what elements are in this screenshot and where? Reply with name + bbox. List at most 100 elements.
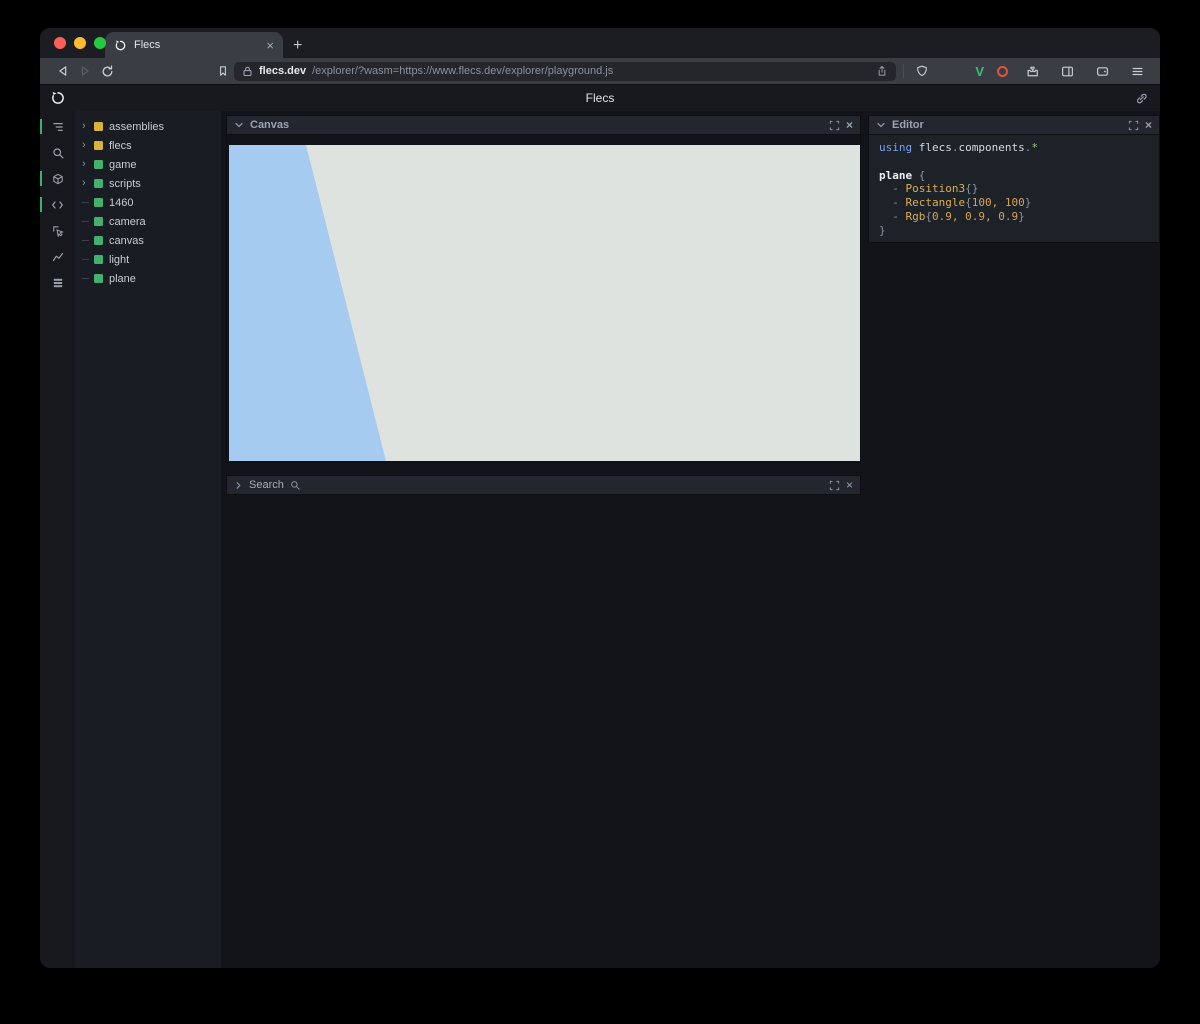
tree-item-label: canvas: [109, 235, 144, 247]
url-path: /explorer/?wasm=https://www.flecs.dev/ex…: [312, 65, 613, 77]
statistics-chart-icon[interactable]: [40, 249, 75, 264]
tree-item-label: plane: [109, 273, 136, 285]
chevron-down-icon[interactable]: [234, 120, 244, 130]
code-line: [879, 155, 1149, 169]
code-token: -: [879, 210, 906, 223]
back-button[interactable]: [52, 61, 74, 81]
wallet-button[interactable]: [1091, 61, 1113, 81]
entity-color-swatch: [94, 274, 103, 283]
window-close-button[interactable]: [54, 37, 66, 49]
canvas-viewport[interactable]: [229, 145, 860, 461]
expand-chevron-icon[interactable]: ›: [82, 140, 94, 151]
toolbar-divider: [903, 64, 904, 78]
left-icon-strip: [40, 111, 75, 968]
close-icon[interactable]: ×: [846, 479, 853, 491]
adblock-extension-button[interactable]: [997, 66, 1008, 77]
entity-tree-icon[interactable]: [40, 119, 75, 134]
tab-close-button[interactable]: ×: [266, 39, 274, 52]
tree-item-label: scripts: [109, 178, 141, 190]
tree-item[interactable]: › assemblies: [75, 117, 221, 136]
tree-guide-line: [82, 221, 94, 222]
window-minimize-button[interactable]: [74, 37, 86, 49]
code-token: }: [1025, 196, 1032, 209]
entity-color-swatch: [94, 141, 103, 150]
tree-item[interactable]: › scripts: [75, 174, 221, 193]
search-panel-header[interactable]: Search ×: [226, 475, 861, 495]
close-icon[interactable]: ×: [1145, 119, 1152, 131]
app-body: › assemblies › flecs › game › scripts: [40, 111, 1160, 968]
code-token: 100, 100: [972, 196, 1025, 209]
panel-title: Search: [249, 479, 284, 491]
entity-color-swatch: [94, 236, 103, 245]
fullscreen-icon[interactable]: [1128, 120, 1139, 131]
tables-rows-icon[interactable]: [40, 275, 75, 290]
window-zoom-button[interactable]: [94, 37, 106, 49]
url-domain: flecs.dev: [259, 65, 306, 77]
close-icon[interactable]: ×: [846, 119, 853, 131]
menu-button[interactable]: [1126, 61, 1148, 81]
search-panel: Search ×: [226, 475, 861, 495]
components-cube-icon[interactable]: [40, 171, 75, 186]
expand-chevron-icon[interactable]: ›: [82, 159, 94, 170]
tree-guide-line: [82, 240, 94, 241]
code-token: {: [925, 210, 932, 223]
code-token: Position3: [906, 182, 966, 195]
tree-item[interactable]: › game: [75, 155, 221, 174]
fullscreen-icon[interactable]: [829, 120, 840, 131]
editor-panel-header[interactable]: Editor ×: [868, 115, 1160, 135]
code-token: flecs: [919, 141, 952, 154]
forward-button[interactable]: [74, 61, 96, 81]
entity-tree-panel: › assemblies › flecs › game › scripts: [75, 111, 221, 968]
entity-color-swatch: [94, 160, 103, 169]
canvas-panel-header[interactable]: Canvas ×: [226, 115, 861, 135]
code-line: - Position3{}: [879, 182, 1149, 196]
inspector-cursor-icon[interactable]: [40, 223, 75, 238]
tree-item[interactable]: light: [75, 250, 221, 269]
browser-tab-bar: Flecs × +: [40, 28, 1160, 58]
code-token: plane: [879, 169, 919, 182]
app-header: Flecs: [40, 84, 1160, 111]
canvas-body: [226, 135, 861, 463]
browser-tab-flecs[interactable]: Flecs ×: [105, 32, 283, 58]
code-token: components: [959, 141, 1025, 154]
tree-item[interactable]: canvas: [75, 231, 221, 250]
page-title: Flecs: [40, 91, 1160, 105]
panel-title: Editor: [892, 119, 924, 131]
canvas-panel: Canvas ×: [226, 115, 861, 463]
code-token: -: [879, 182, 906, 195]
v-extension-button[interactable]: V: [975, 64, 984, 79]
url-bar[interactable]: flecs.dev/explorer/?wasm=https://www.fle…: [234, 62, 896, 81]
script-code-icon[interactable]: [40, 197, 75, 212]
share-link-icon[interactable]: [1135, 92, 1148, 105]
traffic-lights: [54, 37, 106, 49]
tree-item[interactable]: plane: [75, 269, 221, 288]
tree-item-label: light: [109, 254, 129, 266]
code-line: }: [879, 224, 1149, 238]
new-tab-button[interactable]: +: [293, 38, 302, 54]
code-token: Rectangle: [906, 196, 966, 209]
code-token: 0.9, 0.9, 0.9: [932, 210, 1018, 223]
shield-icon[interactable]: [911, 61, 933, 81]
entity-color-swatch: [94, 122, 103, 131]
lock-icon: [242, 66, 253, 77]
tree-item[interactable]: 1460: [75, 193, 221, 212]
entity-color-swatch: [94, 217, 103, 226]
query-search-icon[interactable]: [40, 145, 75, 160]
expand-chevron-icon[interactable]: ›: [82, 121, 94, 132]
code-line: - Rgb{0.9, 0.9, 0.9}: [879, 210, 1149, 224]
tree-item[interactable]: › flecs: [75, 136, 221, 155]
sidebar-toggle-button[interactable]: [1056, 61, 1078, 81]
code-editor[interactable]: using flecs.components.* plane { - Posit…: [868, 135, 1160, 243]
tree-item[interactable]: camera: [75, 212, 221, 231]
code-line: using flecs.components.*: [879, 141, 1149, 155]
reload-button[interactable]: [96, 61, 118, 81]
panel-title: Canvas: [250, 119, 289, 131]
expand-chevron-icon[interactable]: ›: [82, 178, 94, 189]
bookmark-button[interactable]: [212, 61, 234, 81]
extensions-puzzle-button[interactable]: [1021, 61, 1043, 81]
share-button[interactable]: [876, 65, 888, 77]
tree-item-label: flecs: [109, 140, 132, 152]
chevron-down-icon[interactable]: [876, 120, 886, 130]
chevron-right-icon[interactable]: [234, 481, 243, 490]
fullscreen-icon[interactable]: [829, 480, 840, 491]
